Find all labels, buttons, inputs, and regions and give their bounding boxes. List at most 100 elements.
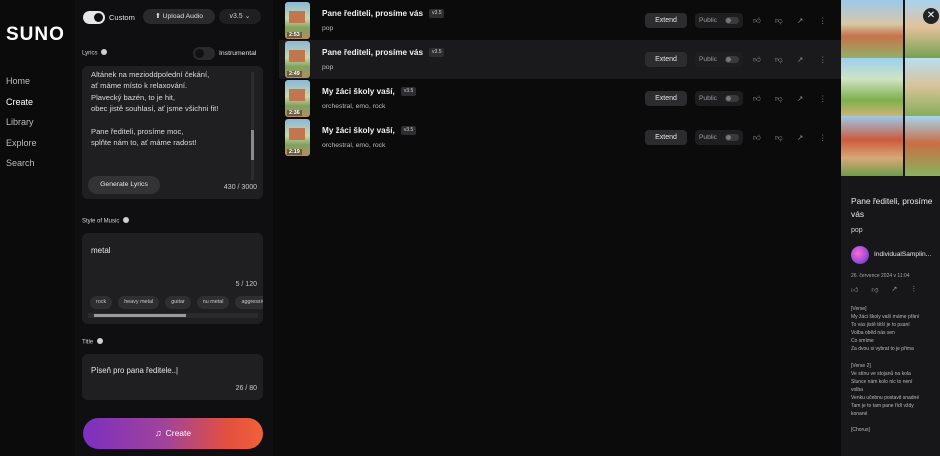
detail-actions: 👍︎ 👎︎ ↗ ⋮ <box>851 285 917 294</box>
song-cover[interactable]: 2:53 <box>285 2 310 39</box>
create-button[interactable]: ♫ Create <box>83 418 263 449</box>
public-toggle[interactable]: Public <box>695 91 743 106</box>
thumb-down-icon[interactable]: 👎︎ <box>775 52 783 67</box>
song-detail-panel: ✕ Pane řediteli, prosíme vás pop Individ… <box>841 0 940 456</box>
upload-icon: ⬆ <box>154 13 161 20</box>
extend-button[interactable]: Extend <box>645 130 687 145</box>
detail-username[interactable]: IndividualSamplin... <box>874 251 931 258</box>
close-icon[interactable]: ✕ <box>923 8 939 24</box>
song-cover[interactable]: 2:36 <box>285 80 310 117</box>
share-icon[interactable]: ↗ <box>797 130 803 145</box>
scrollbar-thumb[interactable] <box>94 314 186 317</box>
style-chip[interactable]: rock <box>90 296 113 309</box>
lyrics-line <box>91 115 251 126</box>
more-icon[interactable]: ⋮ <box>819 13 827 28</box>
custom-toggle[interactable] <box>83 10 105 24</box>
song-title[interactable]: My žáci školy vaší, v3.5 <box>322 126 417 136</box>
public-switch[interactable] <box>725 17 739 24</box>
title-input[interactable]: Píseň pro pana ředitele..| 26 / 80 <box>82 354 263 400</box>
lyrics-line: Volba oběd nás sen <box>851 330 895 337</box>
style-chip[interactable]: aggressive <box>235 296 263 309</box>
song-row[interactable]: 2:19 My žáci školy vaší, v3.5 orchestral,… <box>279 118 841 157</box>
public-label: Public <box>699 56 717 63</box>
avatar[interactable] <box>851 246 869 264</box>
extend-button[interactable]: Extend <box>645 91 687 106</box>
sidebar-item-create[interactable]: Create <box>6 97 37 118</box>
more-icon[interactable]: ⋮ <box>910 285 917 294</box>
song-row[interactable]: 2:49 Pane řediteli, prosíme vás v3.5 pop … <box>279 40 841 79</box>
public-label: Public <box>699 17 717 24</box>
thumb-down-icon[interactable]: 👎︎ <box>775 91 783 106</box>
suno-app: SUNO Home Create Library Explore Search … <box>0 0 940 456</box>
thumb-down-icon[interactable]: 👎︎ <box>871 285 878 294</box>
upload-audio-button[interactable]: ⬆ Upload Audio <box>143 9 215 24</box>
public-toggle[interactable]: Public <box>695 13 743 28</box>
song-title[interactable]: Pane řediteli, prosíme vás v3.5 <box>322 48 445 58</box>
chips-scrollbar[interactable] <box>88 313 258 318</box>
cover-building <box>289 50 305 62</box>
style-input[interactable]: metal 5 / 120 rock heavy metal guitar nu… <box>82 233 263 324</box>
thumb-up-icon[interactable]: 👍︎ <box>753 130 761 145</box>
public-switch[interactable] <box>725 56 739 63</box>
share-icon[interactable]: ↗ <box>797 91 803 106</box>
share-icon[interactable]: ↗ <box>891 285 897 294</box>
song-title[interactable]: Pane řediteli, prosíme vás v3.5 <box>322 9 445 19</box>
style-chip[interactable]: heavy metal <box>118 296 160 309</box>
info-icon[interactable] <box>123 217 130 223</box>
share-icon[interactable]: ↗ <box>797 52 803 67</box>
generate-lyrics-button[interactable]: Generate Lyrics <box>88 176 160 194</box>
upload-audio-label: Upload Audio <box>162 13 204 20</box>
cover-building <box>289 11 305 23</box>
song-cover[interactable]: 2:49 <box>285 41 310 78</box>
song-title[interactable]: My žáci školy vaší, v3.5 <box>322 87 417 97</box>
info-icon[interactable] <box>97 338 104 344</box>
extend-button[interactable]: Extend <box>645 13 687 28</box>
lyrics-line: Tam je to tam pane řídí vždy <box>851 403 914 410</box>
public-switch[interactable] <box>725 95 739 102</box>
sidebar-nav: Home Create Library Explore Search <box>6 76 37 179</box>
lyrics-textarea[interactable]: Altánek na mezioddpolední čekání, ať mám… <box>82 66 263 199</box>
style-chip[interactable]: guitar <box>165 296 191 309</box>
more-icon[interactable]: ⋮ <box>819 52 827 67</box>
lyrics-scrollbar[interactable] <box>251 72 254 180</box>
more-icon[interactable]: ⋮ <box>819 130 827 145</box>
song-row[interactable]: 2:53 Pane řediteli, prosíme vás v3.5 pop … <box>279 1 841 40</box>
version-select[interactable]: v3.5 ⌄ <box>219 9 261 24</box>
detail-genre[interactable]: pop <box>851 227 863 234</box>
style-chip[interactable]: nu metal <box>196 296 230 309</box>
sidebar-item-explore[interactable]: Explore <box>6 138 37 159</box>
sidebar-item-search[interactable]: Search <box>6 158 37 179</box>
thumb-up-icon[interactable]: 👍︎ <box>753 13 761 28</box>
sidebar-item-home[interactable]: Home <box>6 76 37 97</box>
thumb-down-icon[interactable]: 👎︎ <box>775 13 783 28</box>
song-row[interactable]: 2:36 My žáci školy vaší, v3.5 orchestral,… <box>279 79 841 118</box>
extend-button[interactable]: Extend <box>645 52 687 67</box>
song-genre: pop <box>322 64 334 71</box>
song-title-text: Pane řediteli, prosíme vás <box>322 9 424 18</box>
more-icon[interactable]: ⋮ <box>819 91 827 106</box>
public-switch[interactable] <box>725 134 739 141</box>
lyrics-text: Altánek na mezioddpolední čekání, ať mám… <box>91 69 251 149</box>
public-toggle[interactable]: Public <box>695 130 743 145</box>
instrumental-toggle[interactable] <box>193 47 215 60</box>
thumb-up-icon[interactable]: 👍︎ <box>851 285 858 294</box>
thumb-up-icon[interactable]: 👍︎ <box>753 52 761 67</box>
share-icon[interactable]: ↗ <box>797 13 803 28</box>
scrollbar-thumb[interactable] <box>251 130 254 160</box>
suno-logo[interactable]: SUNO <box>6 24 65 46</box>
info-icon[interactable] <box>101 49 108 55</box>
version-badge: v3.5 <box>429 48 445 58</box>
style-value: metal <box>91 246 111 255</box>
cover-art-grid[interactable] <box>841 0 940 178</box>
thumb-up-icon[interactable]: 👍︎ <box>753 91 761 106</box>
song-cover[interactable]: 2:19 <box>285 119 310 156</box>
thumb-down-icon[interactable]: 👎︎ <box>775 130 783 145</box>
style-section-label: Style of Music <box>82 217 130 225</box>
public-toggle[interactable]: Public <box>695 52 743 67</box>
lyrics-line: volba <box>851 386 863 393</box>
style-char-count: 5 / 120 <box>235 281 257 288</box>
sidebar-item-library[interactable]: Library <box>6 117 37 138</box>
cover-art-tile <box>905 58 940 118</box>
song-genre: orchestral, emo, rock <box>322 103 386 110</box>
lyrics-line: Ve stínu ve stojanů na kola <box>851 370 911 377</box>
